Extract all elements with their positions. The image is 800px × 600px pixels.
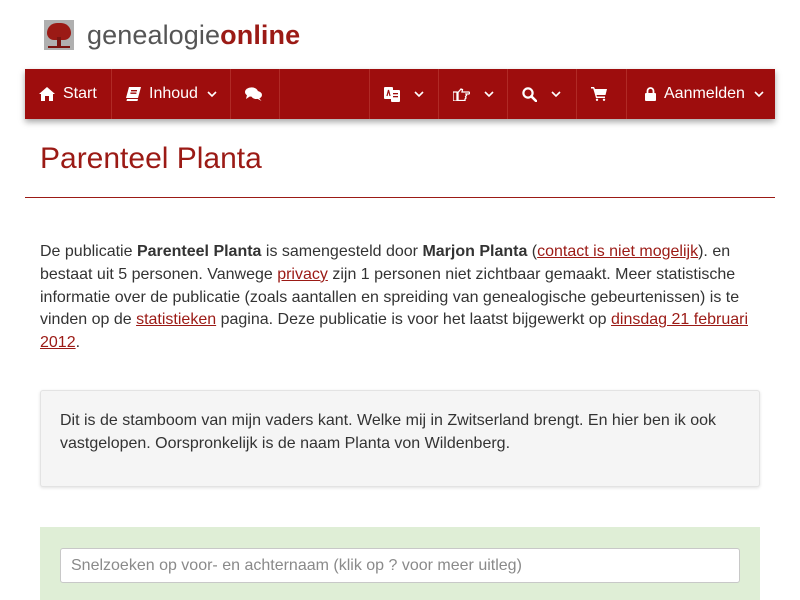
page-title: Parenteel Planta xyxy=(40,142,262,175)
site-logo[interactable]: genealogieonline xyxy=(44,18,300,52)
description-text: Dit is de stamboom van mijn vaders kant.… xyxy=(60,412,716,452)
hand-pointer-icon xyxy=(453,87,470,101)
main-navbar: Start Inhoud Aanmelden xyxy=(25,69,775,119)
intro-text: is samengesteld door xyxy=(261,243,423,260)
nav-search[interactable] xyxy=(508,69,577,119)
lock-icon xyxy=(645,87,656,101)
nav-login-label: Aanmelden xyxy=(664,85,745,102)
nav-share[interactable] xyxy=(439,69,508,119)
privacy-link[interactable]: privacy xyxy=(277,266,328,283)
nav-start[interactable]: Start xyxy=(25,69,112,119)
publication-name: Parenteel Planta xyxy=(136,243,262,260)
search-icon xyxy=(522,86,537,102)
comments-icon xyxy=(245,87,262,101)
title-divider xyxy=(25,197,775,198)
nav-shop[interactable] xyxy=(577,69,627,119)
quick-search-panel xyxy=(40,527,760,600)
language-icon xyxy=(384,86,400,102)
logo-text-accent: online xyxy=(220,19,301,50)
intro-text: De publicatie xyxy=(40,243,137,260)
nav-start-label: Start xyxy=(63,85,97,102)
author-name: Marjon Planta xyxy=(422,243,528,260)
logo-wordmark: genealogieonline xyxy=(87,20,300,51)
logo-text-plain: genealogie xyxy=(87,19,221,50)
chevron-down-icon xyxy=(414,90,424,98)
statistics-link[interactable]: statistieken xyxy=(136,311,216,328)
tree-logo-icon xyxy=(44,20,74,50)
publication-intro: De publicatie Parenteel Planta is sameng… xyxy=(40,241,762,355)
quick-search-input[interactable] xyxy=(60,548,740,583)
chevron-down-icon xyxy=(754,90,764,98)
contact-link[interactable]: contact is niet mogelijk xyxy=(537,243,698,260)
intro-text: pagina. Deze publicatie is voor het laat… xyxy=(216,311,612,329)
nav-spacer xyxy=(280,69,370,119)
nav-inhoud-label: Inhoud xyxy=(149,85,198,102)
nav-language[interactable] xyxy=(370,69,439,119)
chevron-down-icon xyxy=(484,90,494,98)
home-icon xyxy=(39,87,55,101)
nav-inhoud[interactable]: Inhoud xyxy=(112,69,231,119)
book-icon xyxy=(126,87,141,101)
nav-login[interactable]: Aanmelden xyxy=(627,69,775,119)
shopping-cart-icon xyxy=(591,87,607,101)
nav-forum[interactable] xyxy=(231,69,280,119)
chevron-down-icon xyxy=(551,90,561,98)
intro-text: ( xyxy=(527,243,538,260)
publication-description: Dit is de stamboom van mijn vaders kant.… xyxy=(40,390,760,487)
intro-text: . xyxy=(75,334,81,352)
chevron-down-icon xyxy=(207,90,217,98)
